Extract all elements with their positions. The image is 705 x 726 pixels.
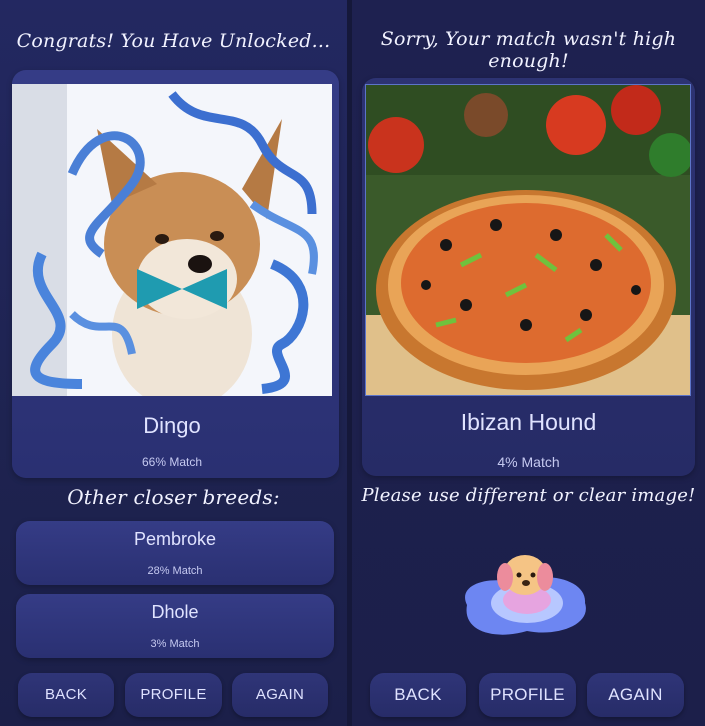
profile-button[interactable]: PROFILE	[479, 673, 576, 717]
other-breed-name: Dhole	[151, 602, 199, 622]
back-button[interactable]: BACK	[370, 673, 466, 717]
dog-in-puddle-icon	[457, 545, 592, 645]
result-screen-success: Congrats! You Have Unlocked... Dingo 66%…	[0, 0, 347, 726]
congrats-title: Congrats! You Have Unlocked...	[16, 30, 331, 52]
other-breeds-heading: Other closer breeds:	[67, 485, 280, 509]
other-breed-match: 3% Match	[150, 638, 200, 650]
result-screen-failure: Sorry, Your match wasn't high enough! Ib…	[352, 0, 705, 726]
breed-name: Ibizan Hound	[460, 409, 597, 435]
top-breed-name: Dingo	[143, 413, 201, 438]
other-breed-name: Pembroke	[133, 529, 217, 549]
dog-photo	[12, 84, 332, 396]
other-breed-match: 28% Match	[147, 565, 203, 577]
profile-button[interactable]: PROFILE	[125, 673, 222, 717]
pizza-photo	[365, 84, 691, 396]
again-button[interactable]: AGAIN	[232, 673, 328, 717]
sorry-title: Sorry, Your match wasn't high enough!	[380, 28, 677, 72]
again-button[interactable]: AGAIN	[587, 673, 684, 717]
breed-match: 4% Match	[497, 454, 560, 470]
retry-message: Please use different or clear image!	[361, 485, 696, 506]
other-breed-card[interactable]: Pembroke 28% Match	[16, 521, 334, 585]
top-breed-match: 66% Match	[141, 455, 203, 469]
other-breed-card[interactable]: Dhole 3% Match	[16, 594, 334, 658]
back-button[interactable]: BACK	[18, 673, 114, 717]
